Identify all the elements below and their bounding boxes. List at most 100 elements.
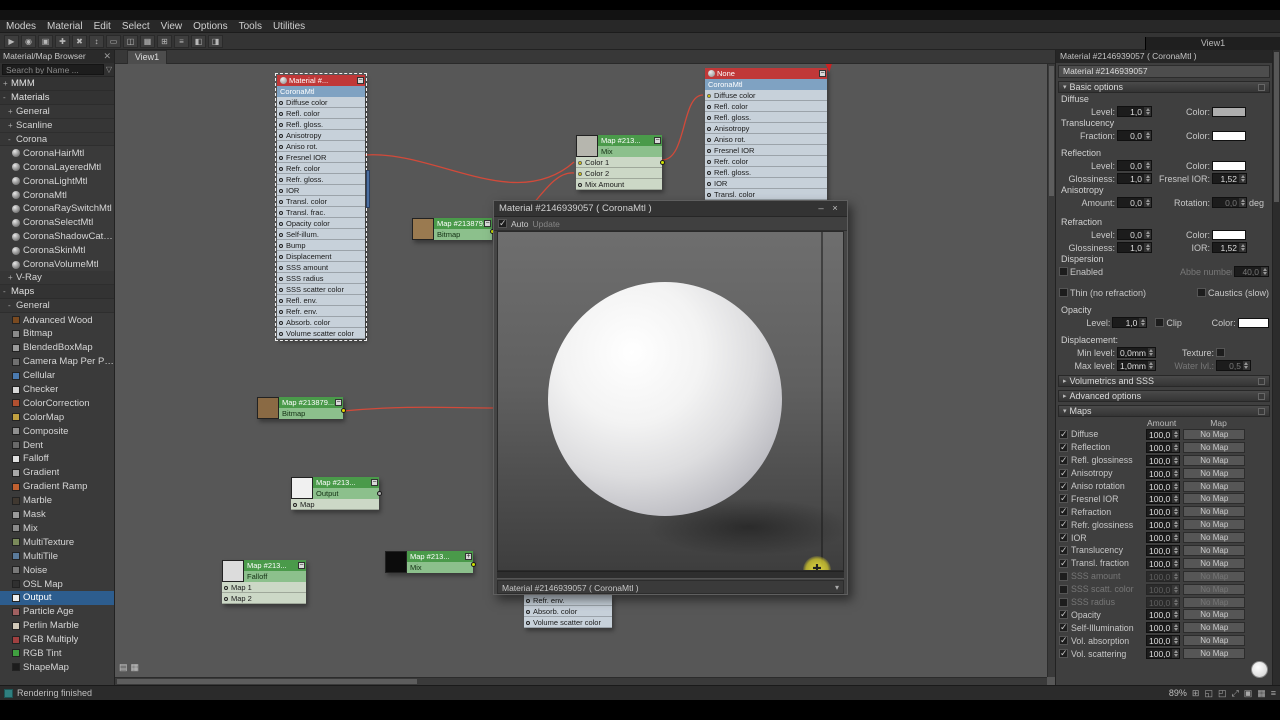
expand-collapse-icon[interactable]: - <box>3 93 11 102</box>
node-slot-transl-color[interactable]: Transl. color <box>277 196 365 207</box>
slot-socket-icon[interactable] <box>707 159 711 164</box>
slot-socket-icon[interactable] <box>279 122 283 127</box>
map-enable-checkbox[interactable] <box>1059 609 1068 620</box>
slot-socket-icon[interactable] <box>707 181 711 186</box>
node-slot-transl-frac[interactable]: Transl. frac. <box>277 207 365 218</box>
collapse-icon[interactable]: − <box>357 77 364 84</box>
slot-socket-icon[interactable] <box>279 320 283 325</box>
node-slot-diffuse-color[interactable]: Diffuse color <box>277 97 365 108</box>
menu-tools[interactable]: Tools <box>239 21 262 32</box>
map-slot-button[interactable]: No Map <box>1183 454 1246 466</box>
collapse-icon[interactable]: − <box>371 479 378 486</box>
graph-node-corona-mtl-none[interactable]: None − CoronaMtl Diffuse color Refl. color Re… <box>705 64 833 211</box>
slot-socket-icon[interactable] <box>279 177 283 182</box>
node-slot-sss-amount[interactable]: SSS amount <box>277 262 365 273</box>
expand-collapse-icon[interactable]: - <box>8 135 16 144</box>
node-slot-self-illum[interactable]: Self-illum. <box>277 229 365 240</box>
expand-collapse-icon[interactable]: - <box>3 287 11 296</box>
slot-socket-icon[interactable] <box>279 210 283 215</box>
map-slot-button[interactable]: No Map <box>1183 622 1246 634</box>
slot-socket-icon[interactable] <box>578 171 582 176</box>
node-type-label[interactable]: Falloff <box>244 571 306 582</box>
map-enable-checkbox[interactable] <box>1059 519 1068 530</box>
caustics-checkbox[interactable] <box>1196 288 1206 297</box>
rollout-advanced-options[interactable]: ▸ Advanced options <box>1058 390 1270 402</box>
select-tool-icon[interactable]: ▶ <box>4 34 19 48</box>
collapse-icon[interactable]: − <box>654 137 661 144</box>
rollout-pin-icon[interactable] <box>1258 377 1265 385</box>
collapse-icon[interactable]: − <box>484 220 491 227</box>
dispersion-enabled-checkbox[interactable] <box>1059 267 1068 276</box>
browser-item-multitexture[interactable]: MultiTexture <box>0 535 114 549</box>
right-panel-tab-view1[interactable]: View1 <box>1145 37 1280 50</box>
rollout-volumetrics-sss[interactable]: ▸ Volumetrics and SSS <box>1058 375 1270 387</box>
slot-socket-icon[interactable] <box>279 188 283 193</box>
graph-node-mix-map[interactable]: Map #213... − Mix Color 1 Color 2 Mix Amount <box>576 135 665 190</box>
graph-node-corona-mtl-main[interactable]: Material #... − CoronaMtl Diffuse color Refl… <box>275 73 370 341</box>
slot-socket-icon[interactable] <box>279 221 283 226</box>
slot-socket-icon[interactable] <box>279 265 283 270</box>
slot-socket-icon[interactable] <box>526 620 530 625</box>
refraction-ior-spinner[interactable]: 1,52 <box>1212 242 1247 253</box>
map-enable-checkbox[interactable] <box>1059 558 1068 569</box>
map-slot-button[interactable]: No Map <box>1183 570 1246 582</box>
map-slot-button[interactable]: No Map <box>1183 596 1246 608</box>
zoom-view-icon[interactable]: ▦ <box>131 662 140 673</box>
browser-item-gradient-ramp[interactable]: Gradient Ramp <box>0 480 114 494</box>
rollout-pin-icon[interactable] <box>1258 392 1265 400</box>
map-enable-checkbox[interactable] <box>1059 481 1068 492</box>
slot-socket-icon[interactable] <box>279 144 283 149</box>
browser-item-blendedboxmap[interactable]: BlendedBoxMap <box>0 341 114 355</box>
map-slot-button[interactable]: No Map <box>1183 428 1246 440</box>
node-slot-aniso-rot[interactable]: Aniso rot. <box>277 141 365 152</box>
parameters-window-title[interactable]: Material #2146939057 ( CoronaMtl ) <box>1056 50 1272 63</box>
map-enable-checkbox[interactable] <box>1059 571 1068 581</box>
graph-node-hidden-material-bottom[interactable]: Refr. env. Absorb. color Volume scatter co… <box>524 595 612 628</box>
browser-item-cellular[interactable]: Cellular <box>0 369 114 383</box>
graph-node-mix-map-dark[interactable]: Map #213... + Mix <box>385 551 476 573</box>
inspector-scrollbar[interactable] <box>1272 50 1280 685</box>
slot-socket-icon[interactable] <box>279 331 283 336</box>
map-slot-button[interactable]: No Map <box>1183 493 1246 505</box>
slot-socket-icon[interactable] <box>279 254 283 259</box>
fresnel-ior-spinner[interactable]: 1,52 <box>1212 173 1247 184</box>
node-slot-color-1[interactable]: Color 1 <box>576 157 662 168</box>
collapse-icon[interactable]: − <box>298 562 305 569</box>
node-type-label[interactable]: Output <box>313 488 379 499</box>
browser-item-v-ray[interactable]: + V-Ray <box>0 271 114 286</box>
browser-item-gradient[interactable]: Gradient <box>0 466 114 480</box>
translucency-color-swatch[interactable] <box>1212 130 1246 141</box>
expand-collapse-icon[interactable]: + <box>3 79 11 88</box>
collapse-icon[interactable]: − <box>335 399 342 406</box>
browser-item-noise[interactable]: Noise <box>0 563 114 577</box>
browser-item-composite[interactable]: Composite <box>0 424 114 438</box>
node-slot-diffuse-color[interactable]: Diffuse color <box>705 90 827 101</box>
slot-socket-icon[interactable] <box>707 126 711 131</box>
map-amount-spinner[interactable]: 100,0 <box>1146 454 1181 466</box>
map-amount-spinner[interactable]: 100,0 <box>1146 467 1181 479</box>
map-slot-button[interactable]: No Map <box>1183 557 1246 569</box>
browser-item-coronalayeredmtl[interactable]: CoronaLayeredMtl <box>0 160 114 174</box>
node-title[interactable]: Material #... − <box>277 75 365 86</box>
update-button[interactable]: Update <box>533 219 560 229</box>
browser-item-mask[interactable]: Mask <box>0 508 114 522</box>
slot-socket-icon[interactable] <box>578 160 582 165</box>
zoom-level[interactable]: 89% <box>1169 688 1187 698</box>
browser-item-coronaskinmtl[interactable]: CoronaSkinMtl <box>0 244 114 258</box>
anisotropy-amount-spinner[interactable]: 0,0 <box>1117 197 1152 208</box>
rollout-maps[interactable]: ▾ Maps <box>1058 405 1270 417</box>
diffuse-color-swatch[interactable] <box>1212 106 1246 117</box>
map-enable-checkbox[interactable] <box>1059 648 1068 659</box>
reflection-level-spinner[interactable]: 0,0 <box>1117 160 1152 171</box>
slot-socket-icon[interactable] <box>279 287 283 292</box>
node-title[interactable]: Map #213879... − <box>279 397 343 408</box>
browser-item-coronahairmtl[interactable]: CoronaHairMtl <box>0 146 114 160</box>
graph-node-bitmap-main[interactable]: Map #213879... − Bitmap <box>257 397 346 419</box>
slot-socket-icon[interactable] <box>707 104 711 109</box>
browser-item-checker[interactable]: Checker <box>0 383 114 397</box>
browser-item-coronavolumemtl[interactable]: CoronaVolumeMtl <box>0 258 114 272</box>
node-output-socket[interactable] <box>377 491 382 496</box>
map-enable-checkbox[interactable] <box>1059 597 1068 607</box>
node-slot-refr-env[interactable]: Refr. env. <box>524 595 612 606</box>
hide-unused-nodeslots-icon[interactable]: ▭ <box>106 34 121 48</box>
